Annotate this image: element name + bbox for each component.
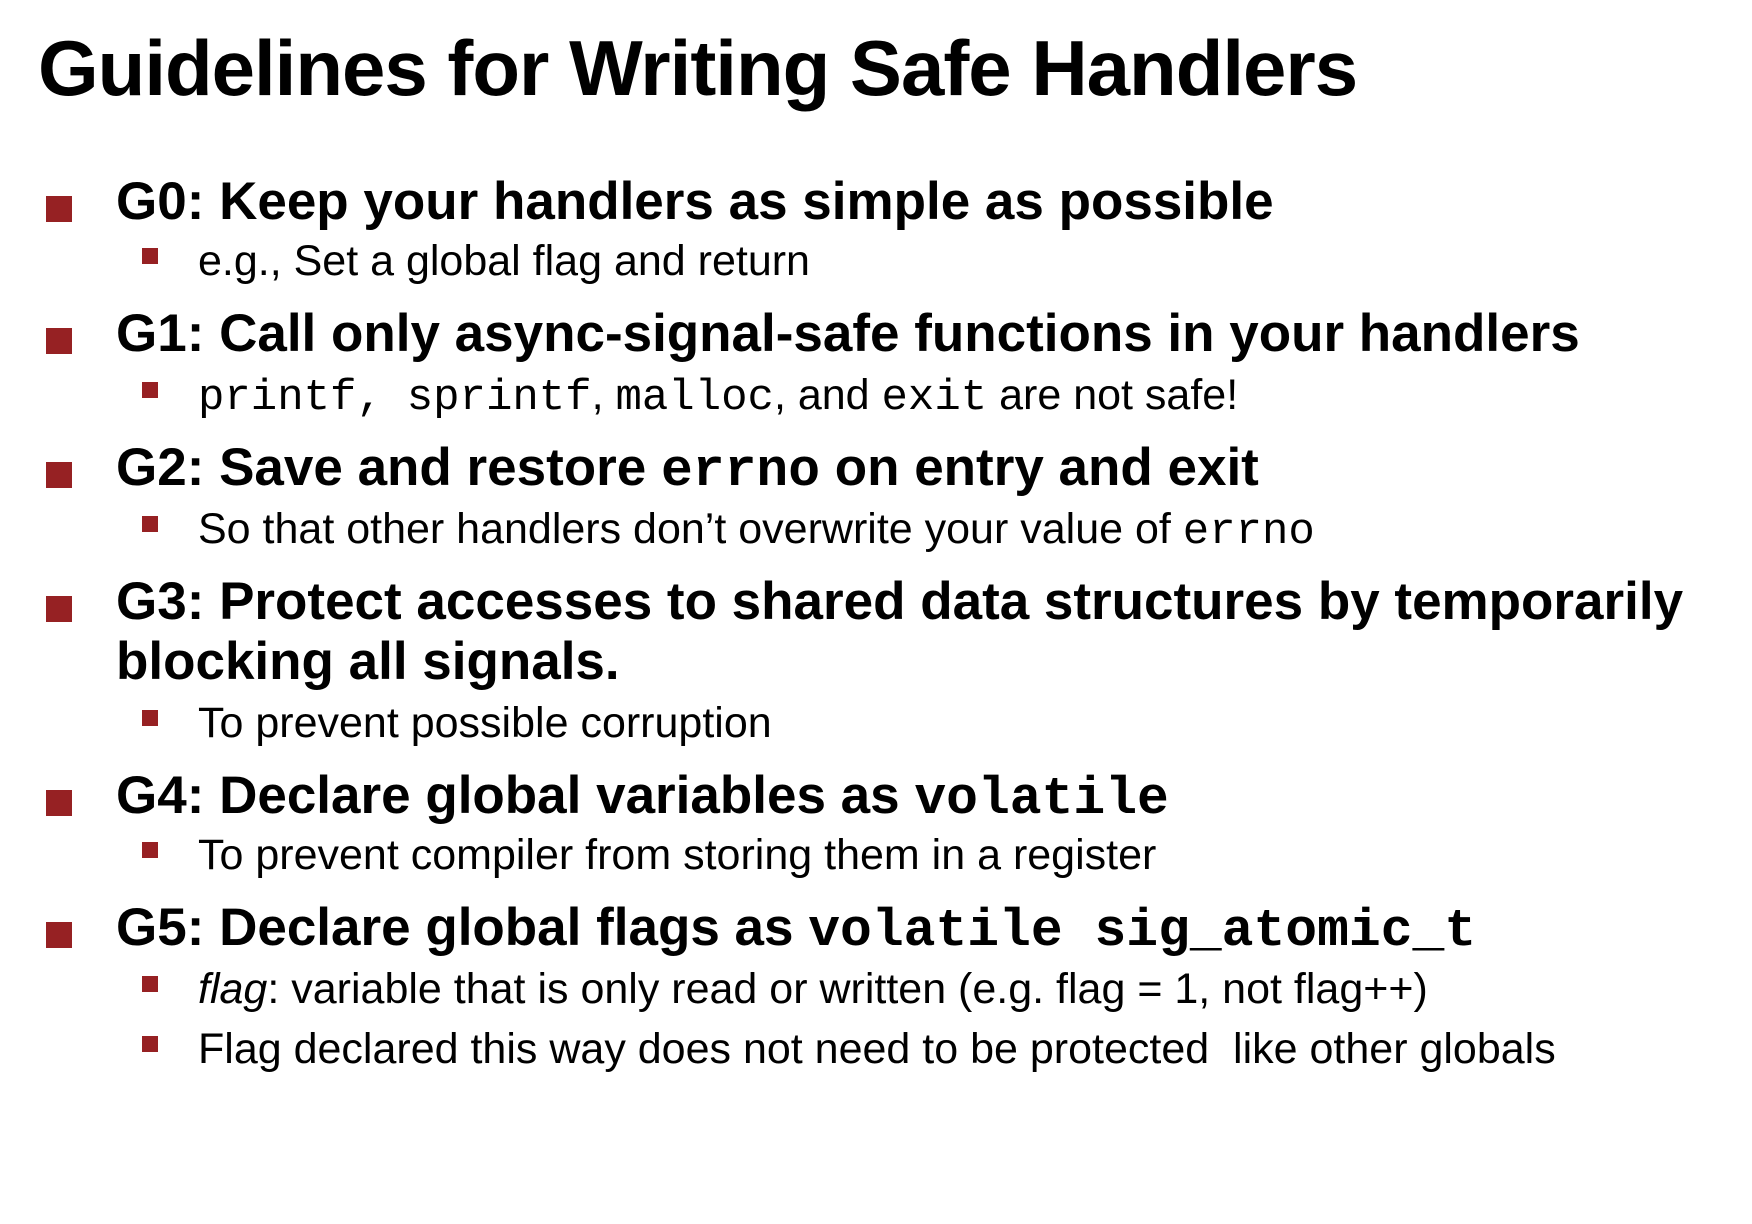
guideline-heading-continued: blocking all signals. — [116, 632, 620, 691]
code-volatile: volatile — [914, 769, 1169, 829]
heading-text: G4: Declare global variables as — [116, 766, 900, 825]
heading-text: G2: Save and restore — [116, 438, 647, 497]
sub-point-text: Flag declared this way does not need to … — [198, 1025, 1556, 1073]
square-bullet-icon — [46, 328, 72, 354]
sub-point-prefix: So that other handlers don’t overwrite y… — [198, 505, 1171, 553]
small-square-bullet-icon — [142, 516, 158, 532]
sub-point-text: e.g., Set a global flag and return — [198, 237, 810, 285]
slide: Guidelines for Writing Safe Handlers G0:… — [0, 0, 1752, 1224]
heading-text: G5: Declare global flags as — [116, 898, 794, 957]
small-square-bullet-icon — [142, 976, 158, 992]
term-flag: flag — [198, 965, 268, 1013]
sub-point-text: flag: variable that is only read or writ… — [198, 964, 1428, 1016]
square-bullet-icon — [46, 196, 72, 222]
square-bullet-icon — [46, 596, 72, 622]
guideline-heading: G0: Keep your handlers as simple as poss… — [116, 172, 1274, 231]
small-square-bullet-icon — [142, 382, 158, 398]
code-printf: printf, — [198, 373, 383, 423]
code-malloc: malloc — [615, 373, 774, 423]
square-bullet-icon — [46, 922, 72, 948]
separator: , and — [773, 371, 870, 419]
sub-point-text: printf, sprintf, malloc, and exit are no… — [198, 370, 1238, 425]
code-exit: exit — [881, 373, 988, 423]
square-bullet-icon — [46, 790, 72, 816]
square-bullet-icon — [46, 462, 72, 488]
heading-text: on entry and exit — [834, 438, 1259, 497]
small-square-bullet-icon — [142, 1036, 158, 1052]
small-square-bullet-icon — [142, 248, 158, 264]
code-volatile-sig-atomic-t: volatile sig_atomic_t — [808, 901, 1477, 961]
guideline-heading: G1: Call only async-signal-safe function… — [116, 304, 1580, 363]
guideline-heading: G5: Declare global flags as volatile sig… — [116, 896, 1476, 964]
code-sprintf: sprintf — [406, 373, 592, 423]
guideline-heading: G4: Declare global variables as volatile — [116, 764, 1169, 832]
small-square-bullet-icon — [142, 710, 158, 726]
separator: , — [591, 371, 604, 419]
guideline-heading: G2: Save and restore errno on entry and … — [116, 436, 1259, 504]
sub-point-text: To prevent compiler from storing them in… — [198, 831, 1157, 879]
code-errno: errno — [1182, 507, 1315, 557]
slide-title: Guidelines for Writing Safe Handlers — [38, 24, 1358, 112]
sub-point-rest: : variable that is only read or written … — [267, 965, 1428, 1013]
code-errno: errno — [660, 441, 820, 501]
small-square-bullet-icon — [142, 842, 158, 858]
sub-point-text: To prevent possible corruption — [198, 699, 772, 747]
sub-point-tail: are not safe! — [999, 371, 1239, 419]
guideline-heading: G3: Protect accesses to shared data stru… — [116, 572, 1684, 631]
sub-point-text: So that other handlers don’t overwrite y… — [198, 504, 1315, 559]
